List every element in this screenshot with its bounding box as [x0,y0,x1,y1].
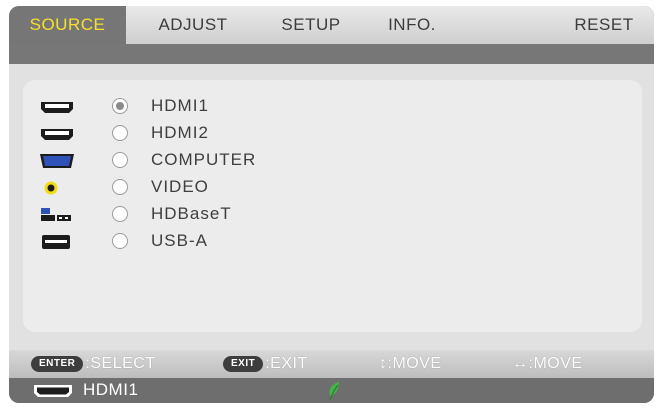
help-exit: EXIT:EXIT [223,350,308,378]
tab-underbar [9,44,654,64]
radio-hdbaset[interactable] [112,206,128,222]
radio-hdmi2[interactable] [112,125,128,141]
radio-hdmi1[interactable] [112,98,128,114]
source-panel: HDMI1 HDMI2 COMPUTER VIDEO HDBaseT USB-A [9,64,654,350]
source-label: VIDEO [151,177,209,196]
hdmi-icon [41,129,73,140]
radio-usb-a[interactable] [112,233,128,249]
radio-video[interactable] [112,179,128,195]
help-move-vertical: ↕:MOVE [379,355,442,372]
eco-leaf-icon [329,382,339,401]
hdmi-icon [41,102,73,113]
enter-key-badge: ENTER [31,356,84,372]
help-select: ENTER:SELECT [31,350,156,378]
help-move-horizontal: ↔:MOVE [512,355,583,372]
radio-computer[interactable] [112,152,128,168]
status-bar: HDMI1 [9,378,654,403]
source-label: HDMI2 [151,123,209,142]
usb-icon [42,235,70,249]
source-item-hdbaset[interactable]: HDBaseT [23,202,642,228]
source-label: USB-A [151,231,208,250]
source-item-usb-a[interactable]: USB-A [23,229,642,255]
current-input-label: HDMI1 [83,380,139,399]
help-select-text: :SELECT [85,355,156,372]
tab-info[interactable]: INFO. [369,6,455,44]
source-item-video[interactable]: VIDEO [23,175,642,201]
tab-reset[interactable]: RESET [557,6,651,44]
help-exit-text: :EXIT [265,355,308,372]
source-item-computer[interactable]: COMPUTER [23,148,642,174]
rca-video-icon [44,181,58,195]
tab-source[interactable]: SOURCE [9,6,126,44]
source-item-hdmi2[interactable]: HDMI2 [23,121,642,147]
tab-setup[interactable]: SETUP [261,6,361,44]
hdbaset-network-icon [41,208,71,221]
source-label: HDBaseT [151,204,232,223]
projector-menu: SOURCE ADJUST SETUP INFO. RESET HDMI1 HD… [9,6,654,403]
menu-tab-bar: SOURCE ADJUST SETUP INFO. RESET [9,6,654,44]
source-label: HDMI1 [151,96,209,115]
source-list: HDMI1 HDMI2 COMPUTER VIDEO HDBaseT USB-A [23,80,642,332]
source-label: COMPUTER [151,150,257,169]
hdmi-icon [34,385,72,397]
help-bar: ENTER:SELECT EXIT:EXIT ↕:MOVE ↔:MOVE [9,350,654,378]
tab-adjust[interactable]: ADJUST [137,6,249,44]
exit-key-badge: EXIT [223,356,264,372]
source-item-hdmi1[interactable]: HDMI1 [23,94,642,120]
vga-computer-icon [40,154,74,168]
